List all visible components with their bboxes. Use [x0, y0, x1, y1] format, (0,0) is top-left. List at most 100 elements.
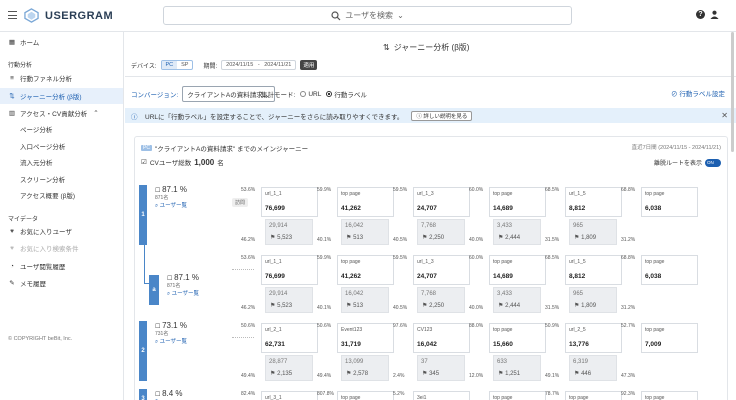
exit-node[interactable]: 13,099 ⚑ 2,578 [341, 355, 389, 381]
journey-step-node[interactable]: top page 14,689 [489, 255, 546, 285]
transition-rate: 68.8% [621, 255, 636, 261]
journey-step-node[interactable]: top page 7,009 [641, 323, 698, 353]
journey-step-node[interactable]: url_2_5 13,776 [565, 323, 622, 353]
journey-step-node[interactable]: url_1_1 76,699 [261, 255, 318, 285]
journey-step-node[interactable]: url_1_3 24,707 [413, 187, 470, 217]
journey-step-node[interactable]: top page [565, 391, 622, 400]
exit-secondary: ⚑ 2,135 [270, 370, 292, 377]
device-pc-button[interactable]: PC [161, 61, 178, 69]
exit-node[interactable]: 633 ⚑ 1,251 [493, 355, 541, 381]
date-range-picker[interactable]: 2024/11/15 - 2024/11/21 [221, 60, 297, 70]
step-name: top page [341, 395, 361, 400]
step-value: 31,719 [341, 341, 361, 348]
sidebar-item-page[interactable]: ページ分析 [0, 121, 123, 137]
sidebar-item-home[interactable]: ▦ ホーム [0, 34, 123, 50]
exit-node[interactable]: 3,433 ⚑ 2,444 [493, 219, 541, 245]
journey-step-node[interactable]: top page 41,262 [337, 187, 394, 217]
info-text: URLに「行動ラベル」を設定することで、ジャーニーをさらに読み取りやすくできます… [145, 113, 404, 121]
step-name: top page [341, 191, 361, 197]
journey-step-node[interactable]: top page [641, 391, 698, 400]
sidebar-item-entry-page[interactable]: 入口ページ分析 [0, 138, 123, 154]
sidebar-item-journey[interactable]: ⇅ ジャーニー分析 (β版) [0, 88, 123, 104]
apply-button[interactable]: 適用 [300, 60, 318, 70]
help-icon[interactable]: ? [696, 10, 705, 19]
exit-secondary-value: 2,578 [353, 371, 369, 377]
journey-step-node[interactable]: url_1_1 76,699 [261, 187, 318, 217]
step-name: top page [645, 191, 665, 197]
transition-rate: 50.6% [241, 323, 256, 329]
step-value: 7,009 [645, 341, 662, 348]
mode-url-radio[interactable]: URL [300, 91, 321, 98]
exit-route-toggle[interactable]: 離脱ルートを表示 ON [654, 158, 721, 167]
exit-secondary: ⚑ 2,250 [422, 302, 444, 309]
journey-step-node[interactable]: 3ei1 [413, 391, 470, 400]
sidebar-item-fav-search[interactable]: ♥ お気に入り検索条件 [0, 240, 123, 256]
journey-step-node[interactable]: url_1_5 8,812 [565, 255, 622, 285]
label-settings-link[interactable]: ⊘ 行動ラベル設定 [671, 88, 725, 98]
journey-step-node[interactable]: top page 14,689 [489, 187, 546, 217]
user-icon[interactable] [710, 10, 719, 19]
journey-step-node[interactable]: top page 6,038 [641, 187, 698, 217]
exit-value: 965 [573, 291, 584, 297]
user-list-link[interactable]: ⌕ ユーザー覧 [155, 201, 187, 210]
exit-value: 6,319 [573, 359, 589, 365]
chevron-down-icon: ⌄ [397, 11, 404, 20]
journey-step-node[interactable]: top page [337, 391, 394, 400]
sidebar-item-history[interactable]: ◔ ユーザ閲覧履歴 [0, 258, 123, 274]
sidebar-item-access-summary[interactable]: アクセス概要 (β版) [0, 187, 123, 203]
journey-step-node[interactable]: url_1_5 8,812 [565, 187, 622, 217]
journey-step-node[interactable]: Event123 31,719 [337, 323, 394, 353]
exit-value: 3,433 [497, 223, 513, 229]
sidebar-item-access-cv[interactable]: ▥ アクセス・CV貢献分析 ⌃ [0, 105, 123, 121]
exit-node[interactable]: 29,914 ⚑ 5,523 [265, 219, 313, 245]
exit-node[interactable]: 29,914 ⚑ 5,523 [265, 287, 313, 313]
panel-period: 直近7日間 (2024/11/15 - 2024/11/21) [631, 145, 721, 151]
route-connector [144, 245, 145, 283]
cv-label: CVユーザ総数 [149, 160, 192, 167]
exit-node[interactable]: 16,042 ⚑ 513 [341, 287, 389, 313]
close-icon[interactable]: ✕ [721, 111, 728, 120]
device-sp-button[interactable]: SP [177, 61, 192, 69]
transition-rate: 60.0% [469, 187, 484, 193]
app-logo[interactable]: USERGRAM [24, 8, 113, 23]
page-title: ⇅ ジャーニー分析 (β版) [383, 42, 469, 53]
sidebar-item-memo[interactable]: ✎ メモ履歴 [0, 275, 123, 291]
sidebar-item-referrer[interactable]: 流入元分析 [0, 154, 123, 170]
journey-step-node[interactable]: top page 41,262 [337, 255, 394, 285]
journey-step-node[interactable]: url_3_1 [261, 391, 318, 400]
exit-node[interactable]: 3,433 ⚑ 2,444 [493, 287, 541, 313]
sidebar-item-funnel[interactable]: ≡ 行動ファネル分析 [0, 70, 123, 86]
info-details-button[interactable]: ⓘ 詳しい説明を見る [411, 110, 473, 121]
journey-step-node[interactable]: top page 6,038 [641, 255, 698, 285]
menu-icon[interactable] [8, 11, 17, 19]
journey-step-node[interactable]: CV123 16,042 [413, 323, 470, 353]
user-list-link[interactable]: ⌕ ユーザー覧 [167, 289, 199, 298]
flag-icon: ⚑ [422, 303, 428, 309]
journey-icon: ⇅ [383, 43, 390, 52]
exit-node[interactable]: 965 ⚑ 1,809 [569, 287, 617, 313]
journey-step-node[interactable]: url_1_3 24,707 [413, 255, 470, 285]
user-search[interactable]: ユーザを検索 ⌄ [163, 6, 572, 25]
exit-node[interactable]: 7,768 ⚑ 2,250 [417, 219, 465, 245]
exit-secondary: ⚑ 513 [346, 234, 363, 241]
sidebar-item-fav-users[interactable]: ♥ お気に入りユーザ [0, 223, 123, 239]
journey-step-node[interactable]: top page [489, 391, 546, 400]
exit-node[interactable]: 37 ⚑ 345 [417, 355, 465, 381]
sidebar-item-label: ページ分析 [20, 127, 53, 134]
journey-step-node[interactable]: top page 15,660 [489, 323, 546, 353]
step-name: url_1_5 [569, 259, 586, 265]
user-list-link[interactable]: ⌕ ユーザー覧 [155, 337, 187, 346]
exit-node[interactable]: 6,319 ⚑ 446 [569, 355, 617, 381]
exit-node[interactable]: 7,768 ⚑ 2,250 [417, 287, 465, 313]
mode-action-radio[interactable]: 行動ラベル [326, 89, 367, 99]
route-count: 871名 [155, 195, 169, 201]
toggle-switch[interactable]: ON [705, 158, 721, 167]
exit-node[interactable]: 965 ⚑ 1,809 [569, 219, 617, 245]
scrollbar[interactable] [731, 32, 734, 152]
sidebar-item-screen[interactable]: スクリーン分析 [0, 171, 123, 187]
search-icon: ⌕ [155, 203, 159, 209]
step-value: 8,812 [569, 205, 586, 212]
exit-node[interactable]: 16,042 ⚑ 513 [341, 219, 389, 245]
journey-step-node[interactable]: url_2_1 62,731 [261, 323, 318, 353]
exit-node[interactable]: 28,877 ⚑ 2,135 [265, 355, 313, 381]
